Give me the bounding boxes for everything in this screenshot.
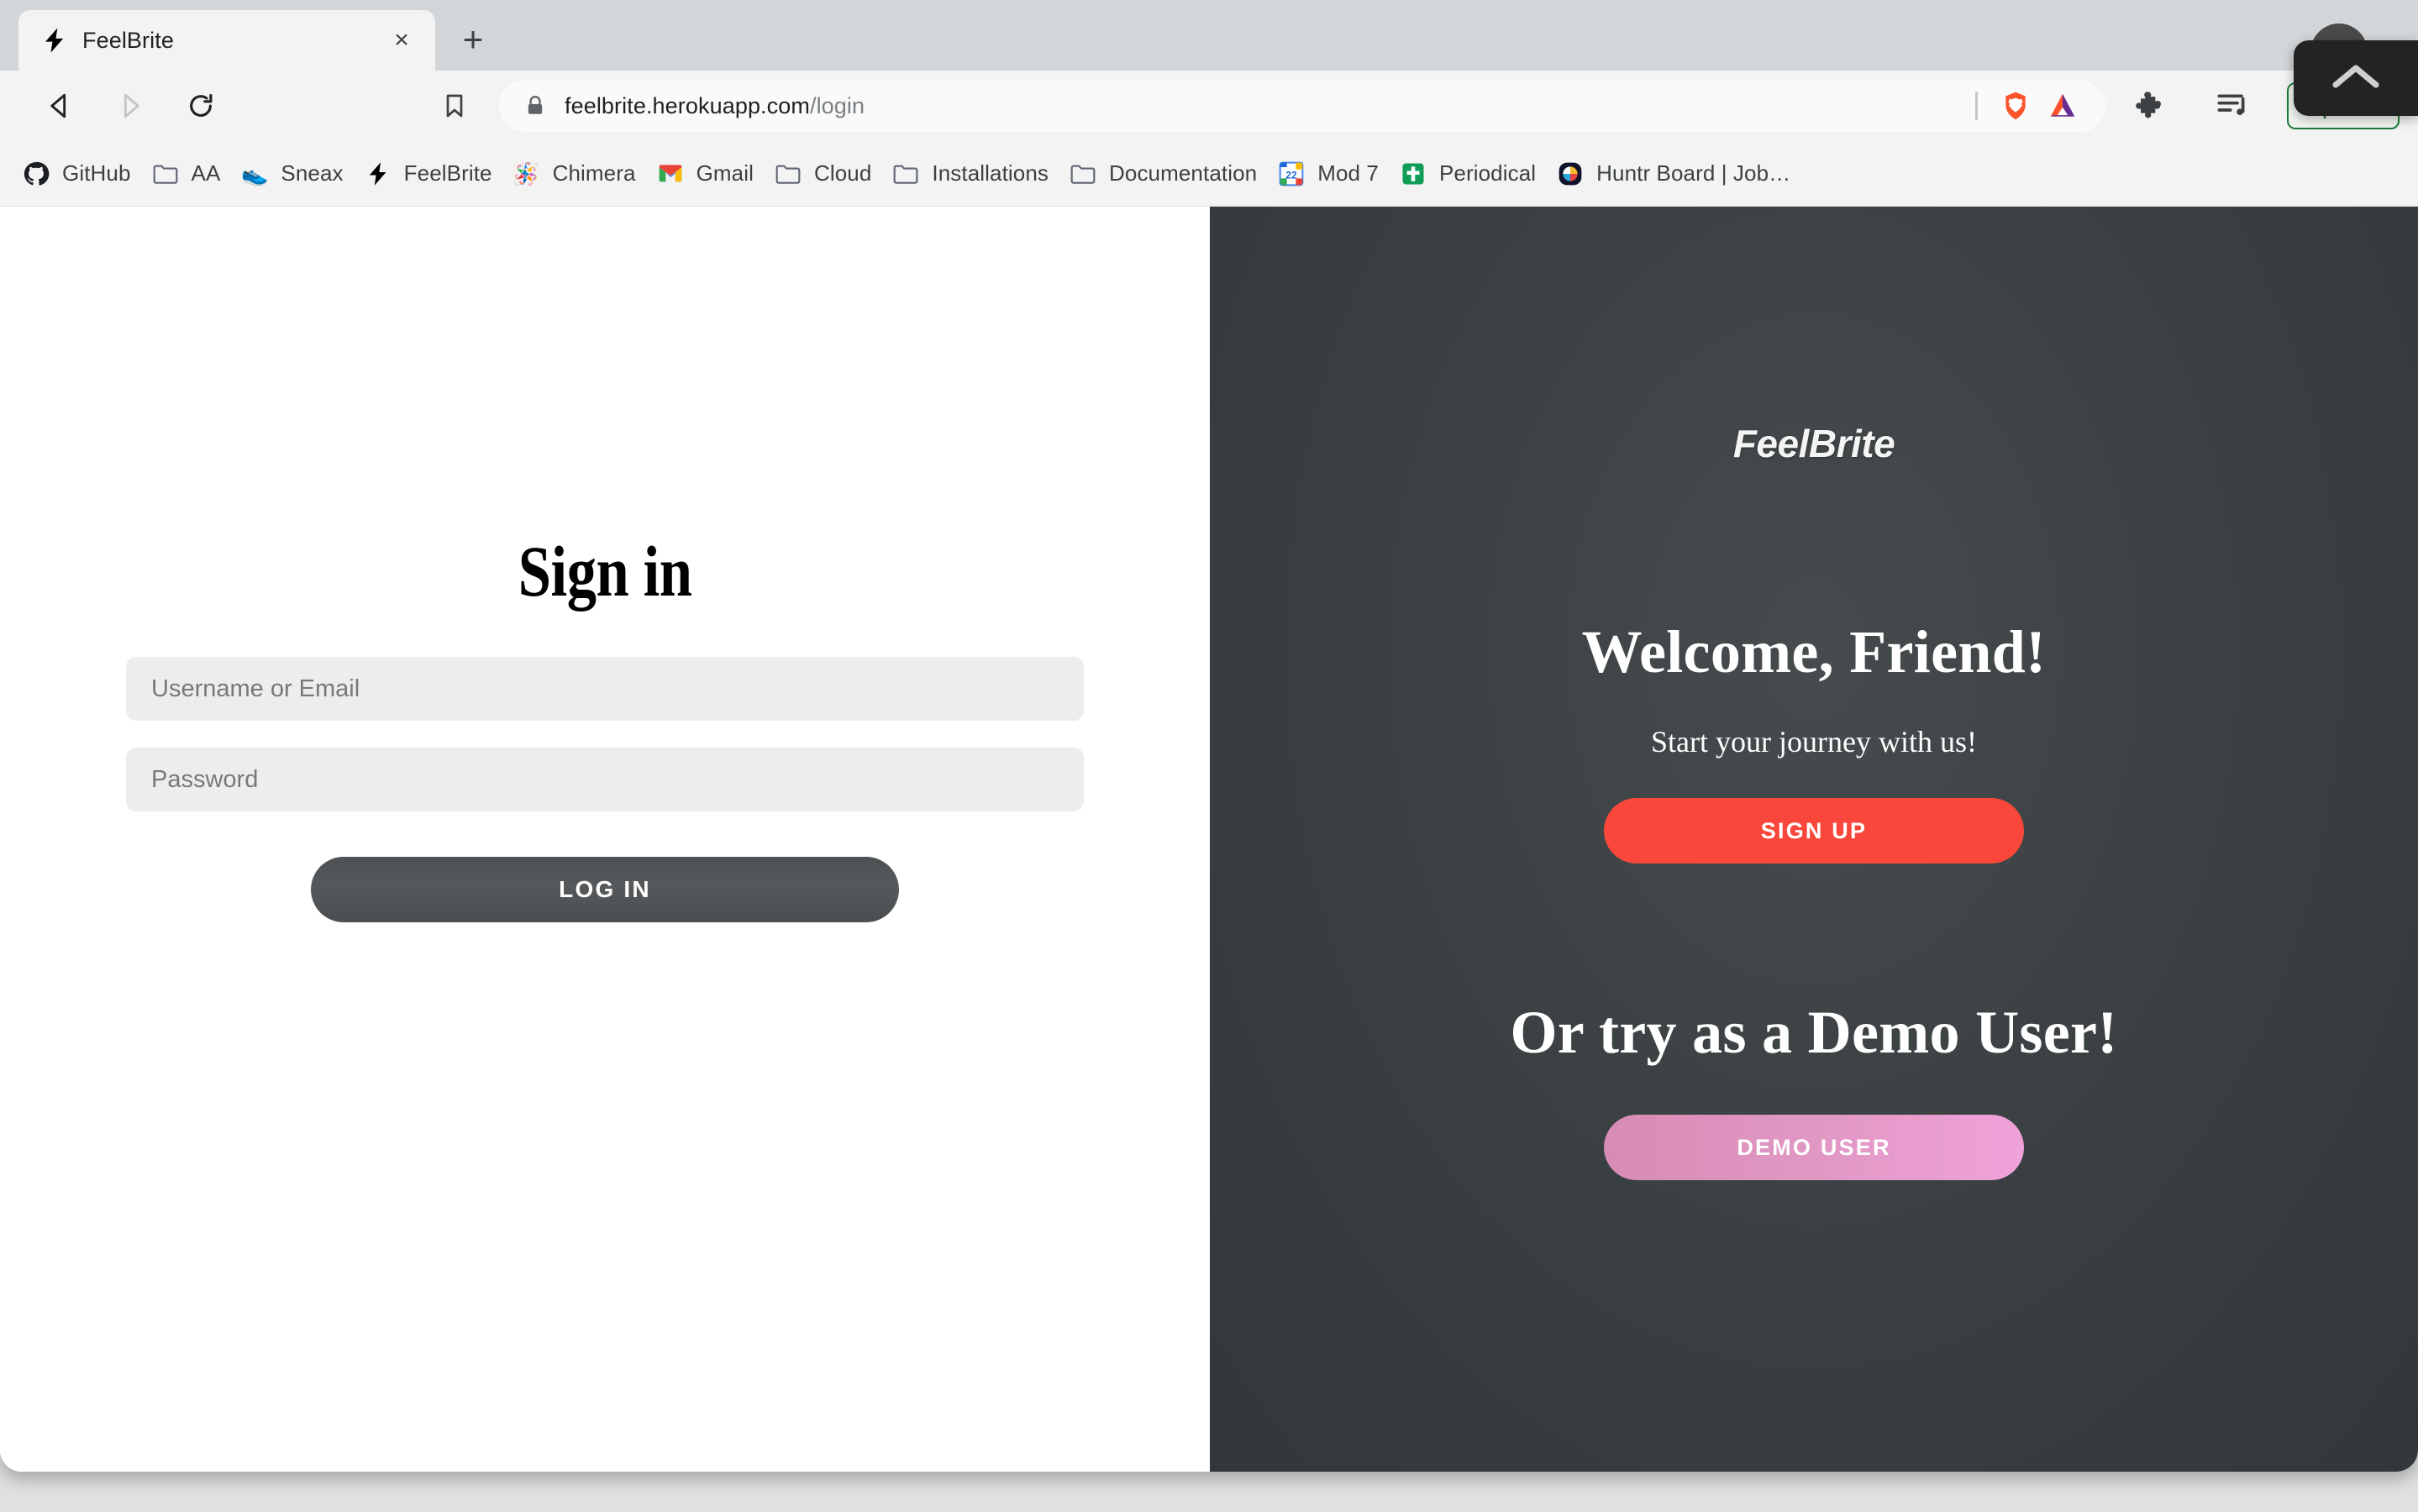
dreamcatcher-icon: 🪅: [513, 160, 541, 188]
media-playlist-icon[interactable]: [2210, 82, 2257, 129]
signup-button[interactable]: SIGN UP: [1604, 798, 2024, 864]
brave-shield-lion-icon[interactable]: [1996, 87, 2035, 125]
page-content: Sign in LOG IN FeelBrite Welcome, Friend…: [0, 207, 2418, 1472]
github-octocat-icon: [22, 160, 50, 188]
reload-icon[interactable]: [175, 80, 227, 132]
welcome-heading: Welcome, Friend!: [1582, 617, 2047, 687]
close-icon[interactable]: ×: [385, 24, 418, 57]
address-bar[interactable]: feelbrite.herokuapp.com/login: [499, 80, 2105, 132]
bookmark-aa[interactable]: AA: [141, 150, 231, 197]
bookmark-label: Huntr Board | Job…: [1596, 160, 1790, 186]
url-path: /login: [810, 93, 865, 118]
bookmark-label: Cloud: [814, 160, 871, 186]
demo-heading: Or try as a Demo User!: [1510, 998, 2117, 1068]
bookmark-cloud[interactable]: Cloud: [764, 150, 881, 197]
bookmark-label: GitHub: [62, 160, 131, 186]
chevron-up-icon[interactable]: [2329, 60, 2383, 97]
forward-arrow-icon: [104, 80, 156, 132]
lightning-bolt-icon: [40, 26, 69, 55]
bookmark-gmail[interactable]: Gmail: [646, 150, 764, 197]
desktop-background: FeelBrite × +: [0, 0, 2418, 1512]
bookmark-feelbrite[interactable]: FeelBrite: [354, 150, 502, 197]
bookmark-label: Installations: [932, 160, 1049, 186]
username-input[interactable]: [126, 657, 1084, 721]
bookmark-icon[interactable]: [428, 80, 481, 132]
page-title: Sign in: [518, 529, 692, 613]
url-text: feelbrite.herokuapp.com/login: [565, 93, 1967, 119]
bat-triangle-icon[interactable]: [2043, 87, 2082, 125]
brand-logo: FeelBrite: [1733, 421, 1895, 466]
tab-title: FeelBrite: [82, 28, 385, 54]
tab-strip: FeelBrite × +: [0, 0, 2418, 71]
bookmark-installations[interactable]: Installations: [881, 150, 1059, 197]
demo-user-button[interactable]: DEMO USER: [1604, 1115, 2024, 1180]
folder-icon: [1069, 160, 1097, 188]
bookmark-chimera[interactable]: 🪅 Chimera: [502, 150, 646, 197]
folder-icon: [151, 160, 180, 188]
login-pane: Sign in LOG IN: [0, 207, 1210, 1472]
svg-text:22: 22: [1286, 169, 1298, 181]
bookmark-label: Gmail: [696, 160, 754, 186]
bookmark-github[interactable]: GitHub: [12, 150, 141, 197]
bookmark-label: Periodical: [1439, 160, 1536, 186]
login-form: LOG IN: [126, 657, 1084, 922]
new-tab-button[interactable]: +: [447, 13, 499, 66]
bookmark-periodical[interactable]: Periodical: [1389, 150, 1546, 197]
bookmark-sneax[interactable]: 👟 Sneax: [230, 150, 353, 197]
bookmark-label: AA: [192, 160, 221, 186]
back-arrow-icon[interactable]: [34, 80, 86, 132]
bookmark-label: Chimera: [553, 160, 636, 186]
green-sheets-icon: [1399, 160, 1427, 188]
puzzle-piece-icon[interactable]: [2127, 82, 2174, 129]
folder-icon: [774, 160, 802, 188]
browser-tab-feelbrite[interactable]: FeelBrite ×: [18, 10, 435, 71]
gmail-icon: [656, 160, 685, 188]
browser-toolbar: feelbrite.herokuapp.com/login: [0, 71, 2418, 141]
bookmark-mod7[interactable]: 22 Mod 7: [1267, 150, 1389, 197]
overlay-panel[interactable]: [2294, 40, 2418, 116]
browser-window: FeelBrite × +: [0, 0, 2418, 1472]
bookmark-label: Mod 7: [1317, 160, 1379, 186]
bookmark-documentation[interactable]: Documentation: [1059, 150, 1267, 197]
bookmark-label: FeelBrite: [404, 160, 492, 186]
sneaker-icon: 👟: [240, 160, 269, 188]
lightning-bolt-icon: [364, 160, 392, 188]
login-button[interactable]: LOG IN: [311, 857, 899, 922]
omnibox-divider: [1975, 92, 1978, 120]
welcome-subtitle: Start your journey with us!: [1651, 724, 1977, 759]
folder-icon: [891, 160, 920, 188]
bookmark-label: Sneax: [281, 160, 343, 186]
google-calendar-22-icon: 22: [1277, 160, 1306, 188]
bookmarks-bar: GitHub AA 👟 Sneax FeelBrite 🪅 Ch: [0, 141, 2418, 207]
welcome-pane: FeelBrite Welcome, Friend! Start your jo…: [1210, 207, 2418, 1472]
huntr-icon: [1556, 160, 1585, 188]
password-input[interactable]: [126, 748, 1084, 811]
bookmark-huntr[interactable]: Huntr Board | Job…: [1546, 150, 1800, 197]
url-domain: feelbrite.herokuapp.com: [565, 93, 810, 118]
lock-icon: [524, 95, 546, 117]
bookmark-label: Documentation: [1109, 160, 1257, 186]
